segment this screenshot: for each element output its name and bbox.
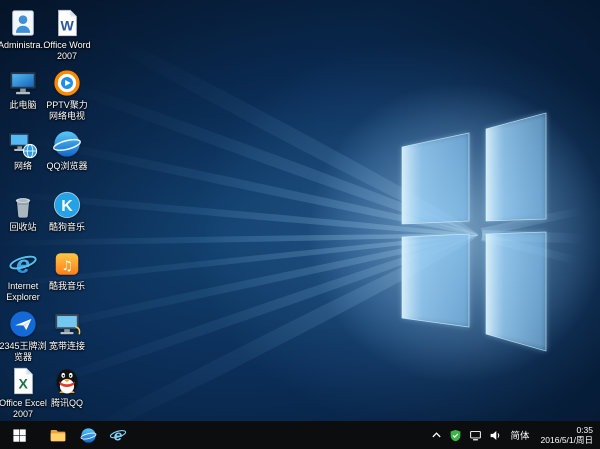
this-pc-icon (8, 68, 38, 98)
internet-explorer-icon: e (8, 249, 38, 279)
recycle-bin-icon (8, 190, 38, 220)
desktop-icon-label: 酷我音乐 (42, 281, 92, 292)
kuwo-icon: ♫ (52, 249, 82, 279)
desktop-icon-network[interactable]: 网络 (0, 129, 48, 172)
desktop-icon-administrator[interactable]: Administra... (0, 8, 48, 51)
broadband-connection-icon (52, 309, 82, 339)
desktop-icon-this-pc[interactable]: 此电脑 (0, 68, 48, 111)
input-method-indicator[interactable]: 简体 (509, 428, 532, 442)
desktop-icon-label: 宽带连接 (42, 341, 92, 352)
desktop-icon-label: Office Excel 2007 (0, 398, 48, 419)
desktop-icon-pptv[interactable]: PPTV聚力 网络电视 (42, 68, 92, 121)
network-tray-icon[interactable] (469, 429, 482, 442)
desktop-icon-recycle-bin[interactable]: 回收站 (0, 190, 48, 233)
file-explorer-button[interactable] (43, 421, 73, 449)
desktop-icon-label: 2345王牌浏览器 (0, 341, 48, 362)
desktop-icon-label: 酷狗音乐 (42, 222, 92, 233)
desktop-icon-label: Internet Explorer (0, 281, 48, 302)
start-button[interactable] (0, 421, 38, 449)
svg-text:X: X (19, 376, 29, 392)
internet-explorer-icon: e (109, 426, 127, 444)
desktop-icon-tencent-qq[interactable]: 腾讯QQ (42, 366, 92, 409)
user-account-folder-icon (8, 8, 38, 38)
desktop-icon-label: 网络 (0, 161, 48, 172)
svg-text:W: W (61, 18, 75, 34)
desktop-icon-office-excel[interactable]: X Office Excel 2007 (0, 366, 48, 419)
hidden-icons-chevron[interactable] (431, 430, 442, 441)
excel-icon: X (8, 366, 38, 396)
qq-browser-icon (80, 427, 97, 444)
clock-time: 0:35 (541, 425, 593, 435)
2345-browser-icon (8, 309, 38, 339)
desktop-icon-label: Administra... (0, 40, 48, 51)
desktop-icon-qq-browser[interactable]: QQ浏览器 (42, 129, 92, 172)
desktop-icon-label: 腾讯QQ (42, 398, 92, 409)
kugou-icon: K (52, 190, 82, 220)
qq-penguin-icon (52, 366, 82, 396)
taskbar: e 简体 0:35 2016/5/1/周日 (0, 421, 600, 449)
system-tray: 简体 0:35 2016/5/1/周日 (431, 421, 600, 449)
desktop-icon-internet-explorer[interactable]: e Internet Explorer (0, 249, 48, 302)
desktop-icon-label: PPTV聚力 网络电视 (42, 100, 92, 121)
windows-desktop[interactable]: Administra... 此电脑 网络 回收站 e Internet Expl… (0, 0, 600, 449)
pptv-icon (52, 68, 82, 98)
desktop-icon-label: QQ浏览器 (42, 161, 92, 172)
windows-start-icon (12, 428, 27, 443)
svg-text:♫: ♫ (61, 259, 73, 274)
folder-icon (49, 426, 67, 444)
volume-tray-icon[interactable] (489, 429, 502, 442)
desktop-icon-2345-browser[interactable]: 2345王牌浏览器 (0, 309, 48, 362)
security-shield-icon[interactable] (449, 429, 462, 442)
desktop-icon-label: 回收站 (0, 222, 48, 233)
desktop-icon-label: 此电脑 (0, 100, 48, 111)
qq-browser-icon (52, 129, 82, 159)
internet-explorer-taskbar-button[interactable]: e (103, 421, 133, 449)
svg-text:K: K (61, 198, 73, 215)
desktop-icon-kugou[interactable]: K 酷狗音乐 (42, 190, 92, 233)
desktop-icon-office-word[interactable]: W Office Word 2007 (42, 8, 92, 61)
network-icon (8, 129, 38, 159)
clock-date: 2016/5/1/周日 (541, 435, 593, 445)
word-icon: W (52, 8, 82, 38)
qq-browser-taskbar-button[interactable] (73, 421, 103, 449)
desktop-icon-broadband[interactable]: 宽带连接 (42, 309, 92, 352)
taskbar-clock[interactable]: 0:35 2016/5/1/周日 (539, 425, 593, 445)
desktop-icon-label: Office Word 2007 (42, 40, 92, 61)
desktop-icon-kuwo[interactable]: ♫ 酷我音乐 (42, 249, 92, 292)
